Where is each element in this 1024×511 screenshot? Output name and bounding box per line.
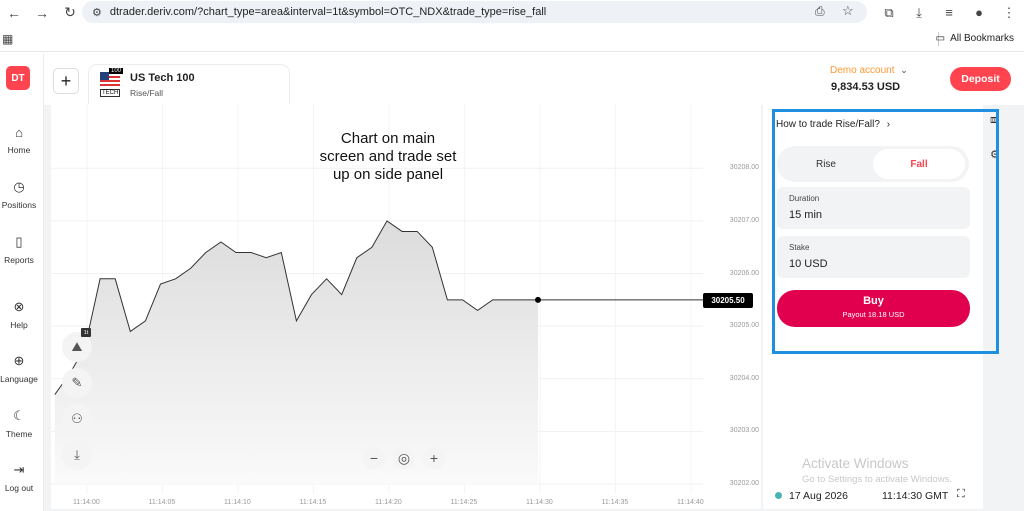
download-chart-button[interactable]: ⤓: [62, 440, 92, 470]
sidebar-item-label: Help: [10, 320, 28, 330]
globe-icon: ⊕: [13, 353, 25, 368]
back-icon[interactable]: ←: [0, 0, 28, 25]
y-tick-label: 30204.00: [729, 374, 759, 382]
account-switcher[interactable]: Demo account ⌄: [830, 65, 908, 76]
x-tick-label: 11:14:10: [224, 499, 251, 506]
install-app-icon[interactable]: ⎙: [815, 4, 825, 19]
sidebar-item-label: Home: [7, 145, 31, 155]
sidebar-item-help[interactable]: ⊗ Help: [0, 299, 38, 330]
x-tick-label: 11:14:20: [375, 499, 402, 506]
sidebar-item-language[interactable]: ⊕ Language: [0, 353, 38, 384]
sidebar-item-home[interactable]: ⌂ Home: [0, 125, 38, 155]
bookmark-star-icon[interactable]: ☆: [842, 3, 854, 19]
symbol-name: US Tech 100: [130, 72, 195, 84]
all-bookmarks-button[interactable]: ▭ All Bookmarks: [936, 33, 1014, 44]
x-tick-label: 11:14:35: [601, 499, 629, 506]
browser-toolbar: ← → ↻ ⚙ dtrader.deriv.com/?chart_type=ar…: [0, 0, 1024, 25]
tech-tag: TECH: [100, 89, 121, 97]
profile-avatar[interactable]: ●: [964, 5, 994, 20]
deposit-button[interactable]: Deposit: [950, 67, 1011, 91]
symbol-tag-badge: 100: [109, 68, 124, 74]
trade-type-label: Rise/Fall: [130, 88, 164, 98]
sidebar: DT ⌂ Home ◷ Positions ▯ Reports ⊗ Help ⊕…: [0, 53, 44, 511]
sidebar-item-label: Positions: [1, 200, 37, 210]
x-tick-label: 11:14:25: [450, 499, 478, 506]
folder-icon: ▭: [935, 33, 946, 44]
indicators-button[interactable]: ⚇: [62, 404, 92, 434]
minus-icon: −: [369, 450, 379, 466]
connection-status-dot: [775, 492, 782, 499]
fullscreen-icon[interactable]: ⛶: [957, 488, 965, 501]
top-header: + 100 TECH US Tech 100 Rise/Fall Demo ac…: [44, 53, 1024, 105]
download-icon: ⤓: [74, 447, 80, 462]
activate-windows-watermark: Activate Windows: [802, 456, 909, 471]
y-tick-label: 30206.00: [729, 269, 759, 277]
url-text: dtrader.deriv.com/?chart_type=area&inter…: [109, 6, 547, 18]
y-tick-label: 30202.00: [729, 480, 759, 487]
x-tick-label: 11:14:15: [299, 499, 327, 506]
indicators-icon: ⚇: [71, 411, 83, 426]
reset-zoom-button[interactable]: ◎: [393, 447, 415, 469]
server-time: 11:14:30 GMT: [882, 490, 949, 502]
symbol-tab[interactable]: 100 TECH US Tech 100 Rise/Fall: [89, 65, 289, 105]
y-tick-label: 30207.00: [729, 216, 759, 224]
sidebar-item-logout[interactable]: ⇥ Log out: [0, 462, 38, 493]
moon-icon: ☾: [13, 408, 25, 423]
y-tick-label: 30208.00: [729, 164, 759, 172]
y-tick-label: 30205.00: [729, 322, 759, 330]
media-control-icon[interactable]: ≡: [934, 5, 964, 20]
site-info-icon[interactable]: ⚙: [92, 6, 102, 19]
sidebar-item-label: Reports: [4, 255, 34, 265]
sidebar-item-reports[interactable]: ▯ Reports: [0, 234, 38, 265]
address-bar[interactable]: ⚙ dtrader.deriv.com/?chart_type=area&int…: [82, 1, 867, 23]
demo-account-label: Demo account: [830, 65, 895, 76]
logout-icon: ⇥: [13, 462, 25, 477]
chart-area[interactable]: 30208.00 30207.00 30206.00 30205.00 30204.00…: [51, 104, 761, 509]
x-tick-label: 11:14:30: [526, 499, 553, 506]
interval-badge: 1t: [81, 328, 91, 337]
add-tab-button[interactable]: +: [53, 68, 79, 94]
sidebar-item-positions[interactable]: ◷ Positions: [0, 179, 38, 210]
drawing-tools-button[interactable]: ✎: [62, 368, 92, 398]
server-date: 17 Aug 2026: [789, 490, 848, 502]
highlight-box: [772, 109, 999, 354]
apps-grid-icon[interactable]: ▦: [2, 32, 13, 46]
current-price-label: 30205.50: [703, 292, 753, 308]
sidebar-item-label: Language: [0, 374, 38, 384]
home-icon: ⌂: [15, 125, 23, 140]
clock-icon: ◷: [13, 179, 25, 194]
last-tick-point: [535, 296, 541, 303]
zoom-out-button[interactable]: −: [363, 447, 385, 469]
x-tick-label: 11:14:05: [148, 499, 176, 506]
all-bookmarks-label: All Bookmarks: [950, 33, 1014, 44]
annotation-text: Chart on main screen and trade set up on…: [319, 130, 457, 183]
us-flag-icon: [100, 72, 120, 88]
pencil-icon: ✎: [71, 375, 83, 390]
target-icon: ◎: [397, 449, 411, 466]
area-chart-icon: ⛰: [71, 339, 83, 354]
price-area: [54, 220, 539, 484]
zoom-in-button[interactable]: +: [423, 447, 445, 469]
reload-icon[interactable]: ↻: [56, 0, 84, 25]
lifebuoy-icon: ⊗: [13, 299, 25, 314]
plus-icon: +: [429, 450, 439, 466]
sidebar-item-label: Log out: [4, 483, 34, 493]
account-balance: 9,834.53 USD: [831, 81, 901, 93]
activate-windows-subtext: Go to Settings to activate Windows.: [802, 474, 952, 485]
menu-icon[interactable]: ⋮: [994, 5, 1024, 21]
x-tick-label: 11:14:00: [73, 499, 100, 506]
dt-logo[interactable]: DT: [6, 66, 30, 90]
download-icon[interactable]: ⤓: [904, 5, 934, 21]
x-tick-label: 11:14:40: [677, 499, 704, 506]
extensions-icon[interactable]: ⧉: [874, 5, 904, 21]
bookmarks-bar: ▦ ▭ All Bookmarks: [0, 27, 1024, 52]
sidebar-item-label: Theme: [5, 429, 33, 439]
forward-icon[interactable]: →: [28, 0, 56, 25]
document-icon: ▯: [15, 234, 23, 249]
sidebar-item-theme[interactable]: ☾ Theme: [0, 408, 38, 439]
chevron-down-icon: ⌄: [900, 65, 908, 75]
y-tick-label: 30203.00: [729, 427, 759, 435]
